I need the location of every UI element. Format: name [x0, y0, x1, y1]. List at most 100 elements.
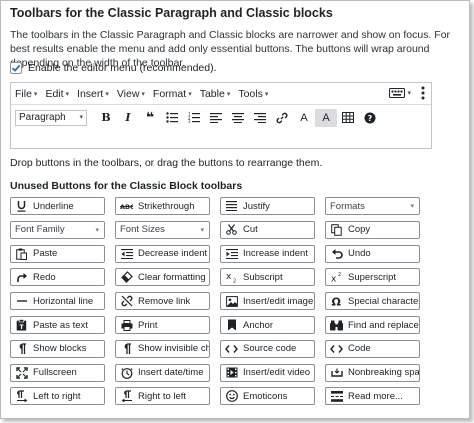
format-select[interactable]: Paragraph ▾	[15, 109, 87, 126]
left-to-right-button[interactable]: Left to right	[10, 387, 105, 406]
special-character-button[interactable]: Ω Special character	[325, 292, 420, 311]
insert-edit-video-button[interactable]: Insert/edit video	[220, 363, 315, 382]
horizontal-line-icon	[15, 295, 28, 308]
link-icon[interactable]	[271, 109, 293, 127]
emoticons-button[interactable]: Emoticons	[220, 387, 315, 406]
menubar-right-tools: ▾	[389, 86, 425, 100]
menu-view[interactable]: View ▾	[117, 88, 145, 100]
editor-menu-label: Enable the editor menu (recommended).	[28, 62, 217, 74]
insert-date-time-button[interactable]: Insert date/time	[115, 363, 210, 382]
strikethrough-button[interactable]: ABC Strikethrough	[115, 197, 210, 215]
italic-icon[interactable]: I	[117, 109, 139, 127]
button-label: Source code	[243, 343, 297, 355]
button-label: Paste as text	[33, 319, 88, 331]
insert-edit-image-button[interactable]: Insert/edit image	[220, 292, 315, 311]
settings-panel: Toolbars for the Classic Paragraph and C…	[0, 0, 470, 419]
bold-icon[interactable]: B	[95, 109, 117, 127]
nonbreaking-space-button[interactable]: Nonbreaking space	[325, 363, 420, 382]
menu-format[interactable]: Format ▾	[153, 88, 192, 100]
fullscreen-button[interactable]: Fullscreen	[10, 363, 105, 382]
formats-button[interactable]: Formats ▾	[325, 197, 420, 215]
horizontal-line-button[interactable]: Horizontal line	[10, 292, 105, 311]
eraser-icon	[120, 271, 133, 284]
menu-file[interactable]: File ▾	[15, 88, 37, 100]
paste-button[interactable]: Paste	[10, 244, 105, 263]
button-label: Code	[348, 343, 371, 355]
button-label: Insert date/time	[138, 367, 204, 379]
paste-as-text-button[interactable]: T Paste as text	[10, 316, 105, 334]
scissors-icon	[225, 223, 238, 236]
editor-menu-checkbox[interactable]	[10, 62, 22, 74]
outdent-icon	[120, 247, 133, 260]
paste-text-icon: T	[15, 319, 28, 332]
subscript-button[interactable]: x 2 Subscript	[220, 268, 315, 287]
section-title: Toolbars for the Classic Paragraph and C…	[10, 6, 333, 20]
svg-text:?: ?	[368, 114, 373, 123]
button-label: Right to left	[138, 390, 187, 402]
editor-menu-option[interactable]: Enable the editor menu (recommended).	[10, 61, 217, 75]
clear-formatting-button[interactable]: Clear formatting	[115, 268, 210, 287]
button-label: Redo	[33, 271, 56, 283]
indent-icon	[225, 247, 238, 260]
menu-edit[interactable]: Edit ▾	[45, 88, 69, 100]
code-button[interactable]: Code	[325, 339, 420, 358]
rtl-icon	[120, 390, 133, 403]
button-label: Subscript	[243, 271, 283, 283]
align-left-icon[interactable]	[205, 109, 227, 127]
button-label: Decrease indent	[138, 248, 208, 260]
source-code-button[interactable]: Source code	[220, 339, 315, 358]
help-icon[interactable]: ?	[359, 109, 381, 127]
read-more-button[interactable]: Read more...	[325, 387, 420, 406]
redo-button[interactable]: Redo	[10, 268, 105, 287]
find-and-replace-button[interactable]: Find and replace	[325, 316, 420, 334]
strikethrough-icon: ABC	[120, 200, 133, 213]
cut-button[interactable]: Cut	[220, 220, 315, 239]
undo-button[interactable]: Undo	[325, 244, 420, 263]
svg-text:ABC: ABC	[120, 203, 133, 211]
copy-button[interactable]: Copy	[325, 220, 420, 239]
bullet-list-icon[interactable]	[161, 109, 183, 127]
video-icon	[225, 366, 238, 379]
button-label: Underline	[33, 200, 74, 212]
anchor-button[interactable]: Anchor	[220, 316, 315, 334]
editor-toolbar-preview: File ▾ Edit ▾ Insert ▾ View ▾ Format ▾ Table ▾…	[10, 82, 432, 149]
button-label: Print	[138, 319, 158, 331]
pilcrow-icon	[15, 342, 28, 355]
font-sizes-button[interactable]: Font Sizes ▾	[115, 220, 210, 239]
keyboard-icon[interactable]	[389, 87, 406, 99]
menu-table[interactable]: Table ▾	[200, 88, 231, 100]
justify-button[interactable]: Justify	[220, 197, 315, 215]
unlink-icon	[120, 295, 133, 308]
menu-tools[interactable]: Tools ▾	[238, 88, 268, 100]
decrease-indent-button[interactable]: Decrease indent	[115, 244, 210, 263]
increase-indent-button[interactable]: Increase indent	[220, 244, 315, 263]
table-icon[interactable]	[337, 109, 359, 127]
svg-text:2: 2	[233, 279, 236, 284]
font-family-button[interactable]: Font Family ▾	[10, 220, 105, 239]
svg-text:3: 3	[188, 119, 191, 123]
right-to-left-button[interactable]: Right to left	[115, 387, 210, 406]
button-label: Remove link	[138, 295, 191, 307]
align-right-icon[interactable]	[249, 109, 271, 127]
button-label: Justify	[243, 200, 270, 212]
menu-insert[interactable]: Insert ▾	[77, 88, 109, 100]
more-vertical-icon[interactable]	[421, 86, 425, 100]
numbered-list-icon[interactable]: 123	[183, 109, 205, 127]
text-color-icon[interactable]: A	[293, 109, 315, 127]
background-color-icon[interactable]: A	[315, 108, 337, 127]
button-label: Undo	[348, 248, 371, 260]
print-button[interactable]: Print	[115, 316, 210, 334]
superscript-button[interactable]: x 2 Superscript	[325, 268, 420, 287]
menubar: File ▾ Edit ▾ Insert ▾ View ▾ Format ▾ Table ▾…	[11, 83, 431, 105]
underline-button[interactable]: Underline	[10, 197, 105, 215]
remove-link-button[interactable]: Remove link	[115, 292, 210, 311]
button-label: Anchor	[243, 319, 274, 331]
button-label: Insert/edit video	[243, 367, 311, 379]
blockquote-icon[interactable]: ❝	[139, 109, 161, 127]
show-blocks-button[interactable]: Show blocks	[10, 339, 105, 358]
button-label: Special character	[348, 295, 420, 307]
show-invisible-char-button[interactable]: Show invisible char...	[115, 339, 210, 358]
align-center-icon[interactable]	[227, 109, 249, 127]
button-label: Left to right	[33, 390, 81, 402]
button-label: Font Sizes	[120, 224, 165, 236]
